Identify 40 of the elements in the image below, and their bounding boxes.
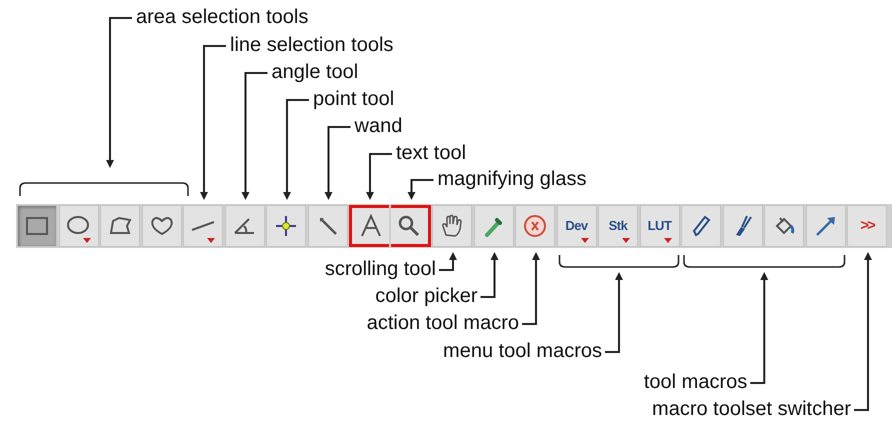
leader-line	[480, 252, 498, 298]
tool-button[interactable]	[142, 205, 182, 247]
tool-button[interactable]	[806, 205, 846, 247]
tool-button[interactable]	[308, 205, 348, 247]
tool-button[interactable]	[349, 205, 389, 247]
switcher-button[interactable]: >>	[847, 205, 887, 247]
tool-button[interactable]	[390, 205, 430, 247]
annotation-label: menu tool macros	[443, 340, 602, 362]
x-circle-icon	[522, 213, 548, 239]
annotation-label: angle tool	[272, 61, 358, 83]
tool-button[interactable]	[224, 205, 264, 247]
annotation-label: color picker	[375, 285, 478, 307]
tool-button[interactable]	[183, 205, 223, 247]
tool-button[interactable]	[722, 205, 762, 247]
annotation-label: macro toolset switcher	[652, 398, 851, 420]
tool-button[interactable]	[266, 205, 306, 247]
crosshair-icon	[273, 213, 299, 239]
tool-button[interactable]	[17, 205, 57, 247]
tool-button[interactable]	[515, 205, 555, 247]
annotation-label: point tool	[313, 88, 394, 110]
annotation-label: line selection tools	[230, 34, 394, 56]
menu-tool-button[interactable]: Dev	[556, 205, 596, 247]
leader-line	[408, 179, 434, 200]
annotation-label: wand	[354, 115, 402, 137]
menu-tool-button[interactable]: LUT	[640, 205, 680, 247]
annotation-label: area selection tools	[136, 6, 308, 28]
search-icon	[396, 213, 422, 239]
tool-button[interactable]	[58, 205, 98, 247]
annotation-label: scrolling tool	[324, 258, 436, 280]
annotation-label: text tool	[396, 142, 466, 164]
tool-button[interactable]	[432, 205, 472, 247]
tool-button[interactable]	[100, 205, 140, 247]
menu-tool-button[interactable]: Stk	[598, 205, 638, 247]
annotation-label: tool macros	[644, 371, 748, 393]
annotation-label: magnifying glass	[438, 168, 586, 190]
tool-button[interactable]	[681, 205, 721, 247]
leader-line	[366, 153, 392, 200]
annotation-label: action tool macro	[366, 312, 519, 334]
tool-button[interactable]	[764, 205, 804, 247]
leader-line	[439, 252, 457, 271]
